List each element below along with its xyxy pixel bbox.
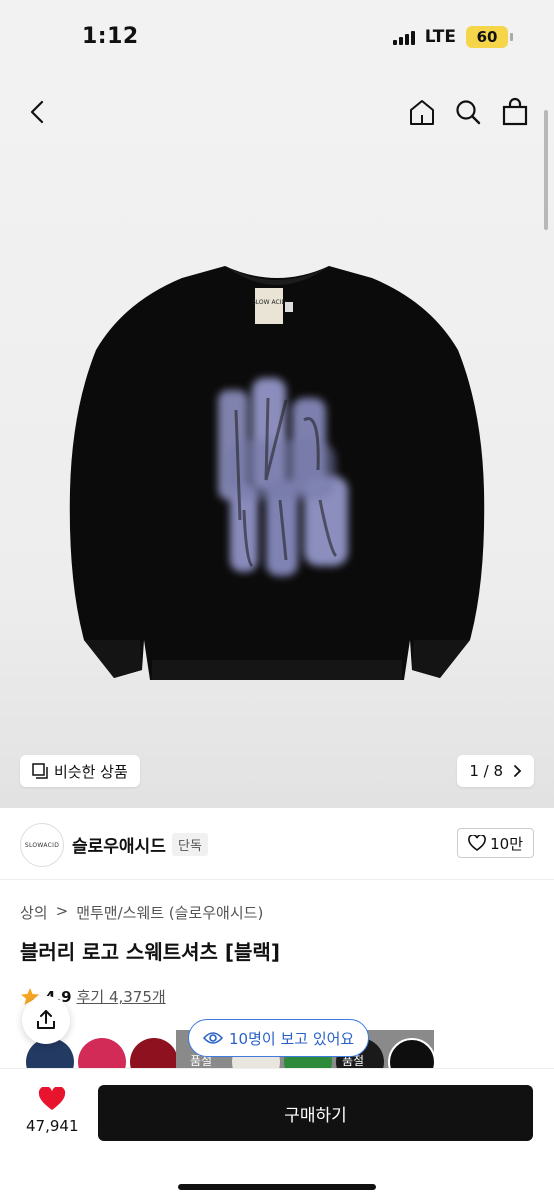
brand-logo-text: SLOWACID [24, 841, 60, 849]
product-image-gallery[interactable]: SLOW ACID 비슷한 상품 1 / 8 [0, 80, 554, 808]
brand-row[interactable]: SLOWACID 슬로우애시드 단독 10만 [0, 808, 554, 880]
heart-outline-icon [468, 835, 486, 851]
status-indicators: LTE 60 [392, 26, 513, 48]
chevron-right-icon [514, 765, 522, 777]
home-indicator[interactable] [178, 1184, 376, 1190]
battery-icon: 60 [466, 26, 513, 48]
brand-like-button[interactable]: 10만 [457, 828, 534, 858]
bottom-purchase-bar: 47,941 구매하기 [0, 1068, 554, 1200]
product-like-count: 47,941 [26, 1117, 79, 1135]
signal-icon [392, 29, 415, 45]
similar-products-button[interactable]: 비슷한 상품 [20, 755, 140, 787]
color-swatch-pink[interactable] [78, 1038, 126, 1068]
breadcrumb-separator: > [55, 902, 69, 920]
color-swatch-burgundy[interactable] [130, 1038, 178, 1068]
viewers-text: 10명이 보고 있어요 [229, 1029, 355, 1048]
status-bar: 1:12 LTE 60 [0, 0, 554, 80]
similar-items-icon [32, 763, 48, 779]
breadcrumb: 상의 > 맨투맨/스웨트 (슬로우애시드) [20, 902, 263, 923]
network-label: LTE [424, 27, 456, 47]
exclusive-badge: 단독 [172, 833, 208, 856]
heart-filled-icon[interactable] [38, 1086, 66, 1115]
image-pager-text: 1 / 8 [469, 762, 503, 780]
review-count-link[interactable]: 후기 4,375개 [77, 986, 166, 1007]
eye-icon [203, 1032, 223, 1044]
buy-button[interactable]: 구매하기 [98, 1085, 533, 1141]
viewers-notice: 10명이 보고 있어요 [188, 1019, 370, 1057]
battery-level: 60 [476, 28, 498, 46]
product-title: 블러리 로고 스웨트셔츠 [블랙] [20, 940, 280, 964]
breadcrumb-subcategory[interactable]: 맨투맨/스웨트 (슬로우애시드) [76, 902, 263, 923]
image-pager-button[interactable]: 1 / 8 [457, 755, 534, 787]
status-time: 1:12 [82, 24, 139, 49]
share-icon [37, 1010, 55, 1029]
brand-name[interactable]: 슬로우애시드 [72, 832, 166, 857]
share-button[interactable] [22, 996, 70, 1044]
tag-text: SLOW ACID [252, 299, 286, 306]
similar-products-label: 비슷한 상품 [54, 762, 128, 781]
brand-like-count: 10만 [490, 834, 523, 853]
brand-logo[interactable]: SLOWACID [20, 823, 64, 867]
product-sweatshirt-image: SLOW ACID [69, 266, 485, 680]
breadcrumb-category[interactable]: 상의 [20, 902, 48, 923]
